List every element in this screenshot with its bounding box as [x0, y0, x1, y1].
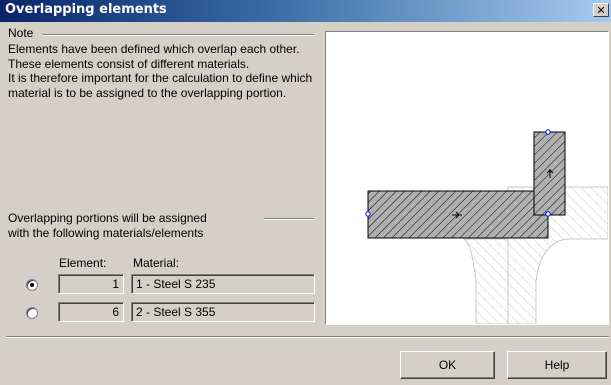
element-field-1: 1: [58, 274, 124, 294]
ok-button[interactable]: OK: [400, 351, 495, 379]
assignment-divider: [264, 218, 314, 220]
note-paragraph-1: Elements have been defined which overlap…: [8, 42, 300, 71]
cross-section-graphic: [365, 129, 608, 324]
close-icon: ✕: [596, 3, 606, 17]
node-point: [545, 129, 551, 135]
window-title: Overlapping elements: [5, 2, 167, 17]
note-divider: [42, 34, 314, 36]
note-label: Note: [8, 26, 34, 40]
assignment-label-line2: with the following materials/elements: [8, 225, 204, 240]
bottom-divider: [6, 336, 609, 338]
element-field-2: 6: [58, 302, 124, 322]
note-text: Elements have been defined which overlap…: [8, 42, 318, 100]
material-field-1: 1 - Steel S 235: [131, 274, 315, 294]
node-point: [365, 211, 371, 217]
assignment-label: Overlapping portions will be assigned wi…: [8, 211, 318, 240]
assign-element-1-radio[interactable]: [26, 279, 38, 291]
assign-element-6-radio[interactable]: [26, 307, 38, 319]
help-button[interactable]: Help: [507, 351, 607, 379]
element-column-header: Element:: [59, 256, 107, 270]
note-paragraph-2: It is therefore important for the calcul…: [8, 71, 313, 100]
material-field-2: 2 - Steel S 355: [131, 302, 315, 322]
title-bar: Overlapping elements ✕: [0, 0, 611, 22]
close-button[interactable]: ✕: [593, 3, 609, 17]
material-column-header: Material:: [133, 256, 180, 270]
cross-section-preview: [325, 31, 609, 325]
node-point: [545, 211, 551, 217]
